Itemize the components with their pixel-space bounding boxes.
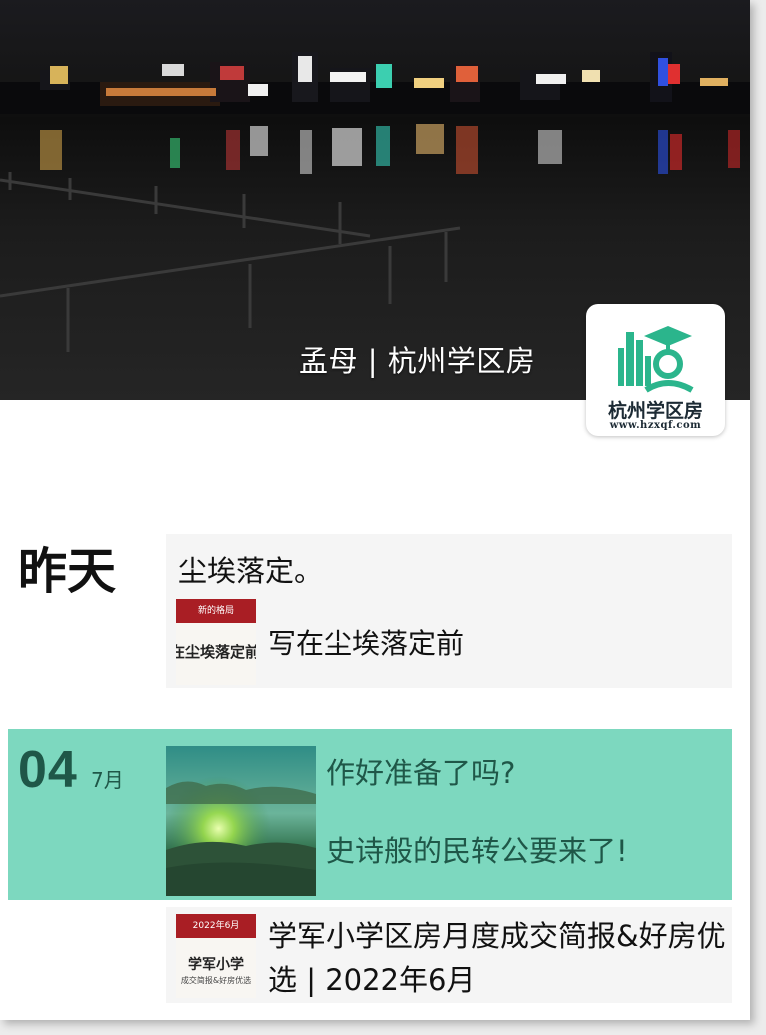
day-label-yesterday: 昨天 <box>18 543 117 600</box>
date-month: 7月 <box>91 768 124 792</box>
article-thumbnail[interactable]: 2022年6月 学军小学 成交简报&好房优选 <box>176 914 256 998</box>
shared-article-title[interactable]: 学军小学区房月度成交简报&好房优选 | 2022年6月 <box>268 914 728 1002</box>
post-subtext: 史诗般的民转公要来了! <box>326 834 628 868</box>
thumbnail-subtitle: 成交简报&好房优选 <box>180 976 252 985</box>
avatar-url: www.hzxqf.com <box>609 420 702 431</box>
sunrise-over-mountains-image <box>166 746 316 896</box>
cover-caption: 孟母 | 杭州学区房 <box>299 344 536 378</box>
post-photo[interactable] <box>166 746 316 896</box>
shared-article-title[interactable]: 写在尘埃落定前 <box>268 622 464 662</box>
building-graduation-cap-logo-icon <box>618 326 694 393</box>
avatar-name: 杭州学区房 <box>607 400 703 422</box>
thumbnail-title: 学军小学 <box>188 957 244 973</box>
article-thumbnail[interactable]: 新的格局 在尘埃落定前 <box>176 599 256 685</box>
profile-avatar[interactable]: 杭州学区房 www.hzxqf.com <box>586 304 725 436</box>
thumbnail-header: 新的格局 <box>176 599 256 623</box>
date-day: 04 <box>18 741 78 799</box>
thumbnail-header: 2022年6月 <box>176 914 256 938</box>
post-text: 作好准备了吗? <box>326 756 516 790</box>
thumbnail-text: 在尘埃落定前 <box>176 643 256 661</box>
post-text: 尘埃落定。 <box>178 554 324 588</box>
moments-album-screen: 孟母 | 杭州学区房 杭州学区房 www.hzxqf.com 昨天 尘埃落定。 … <box>0 0 750 1020</box>
